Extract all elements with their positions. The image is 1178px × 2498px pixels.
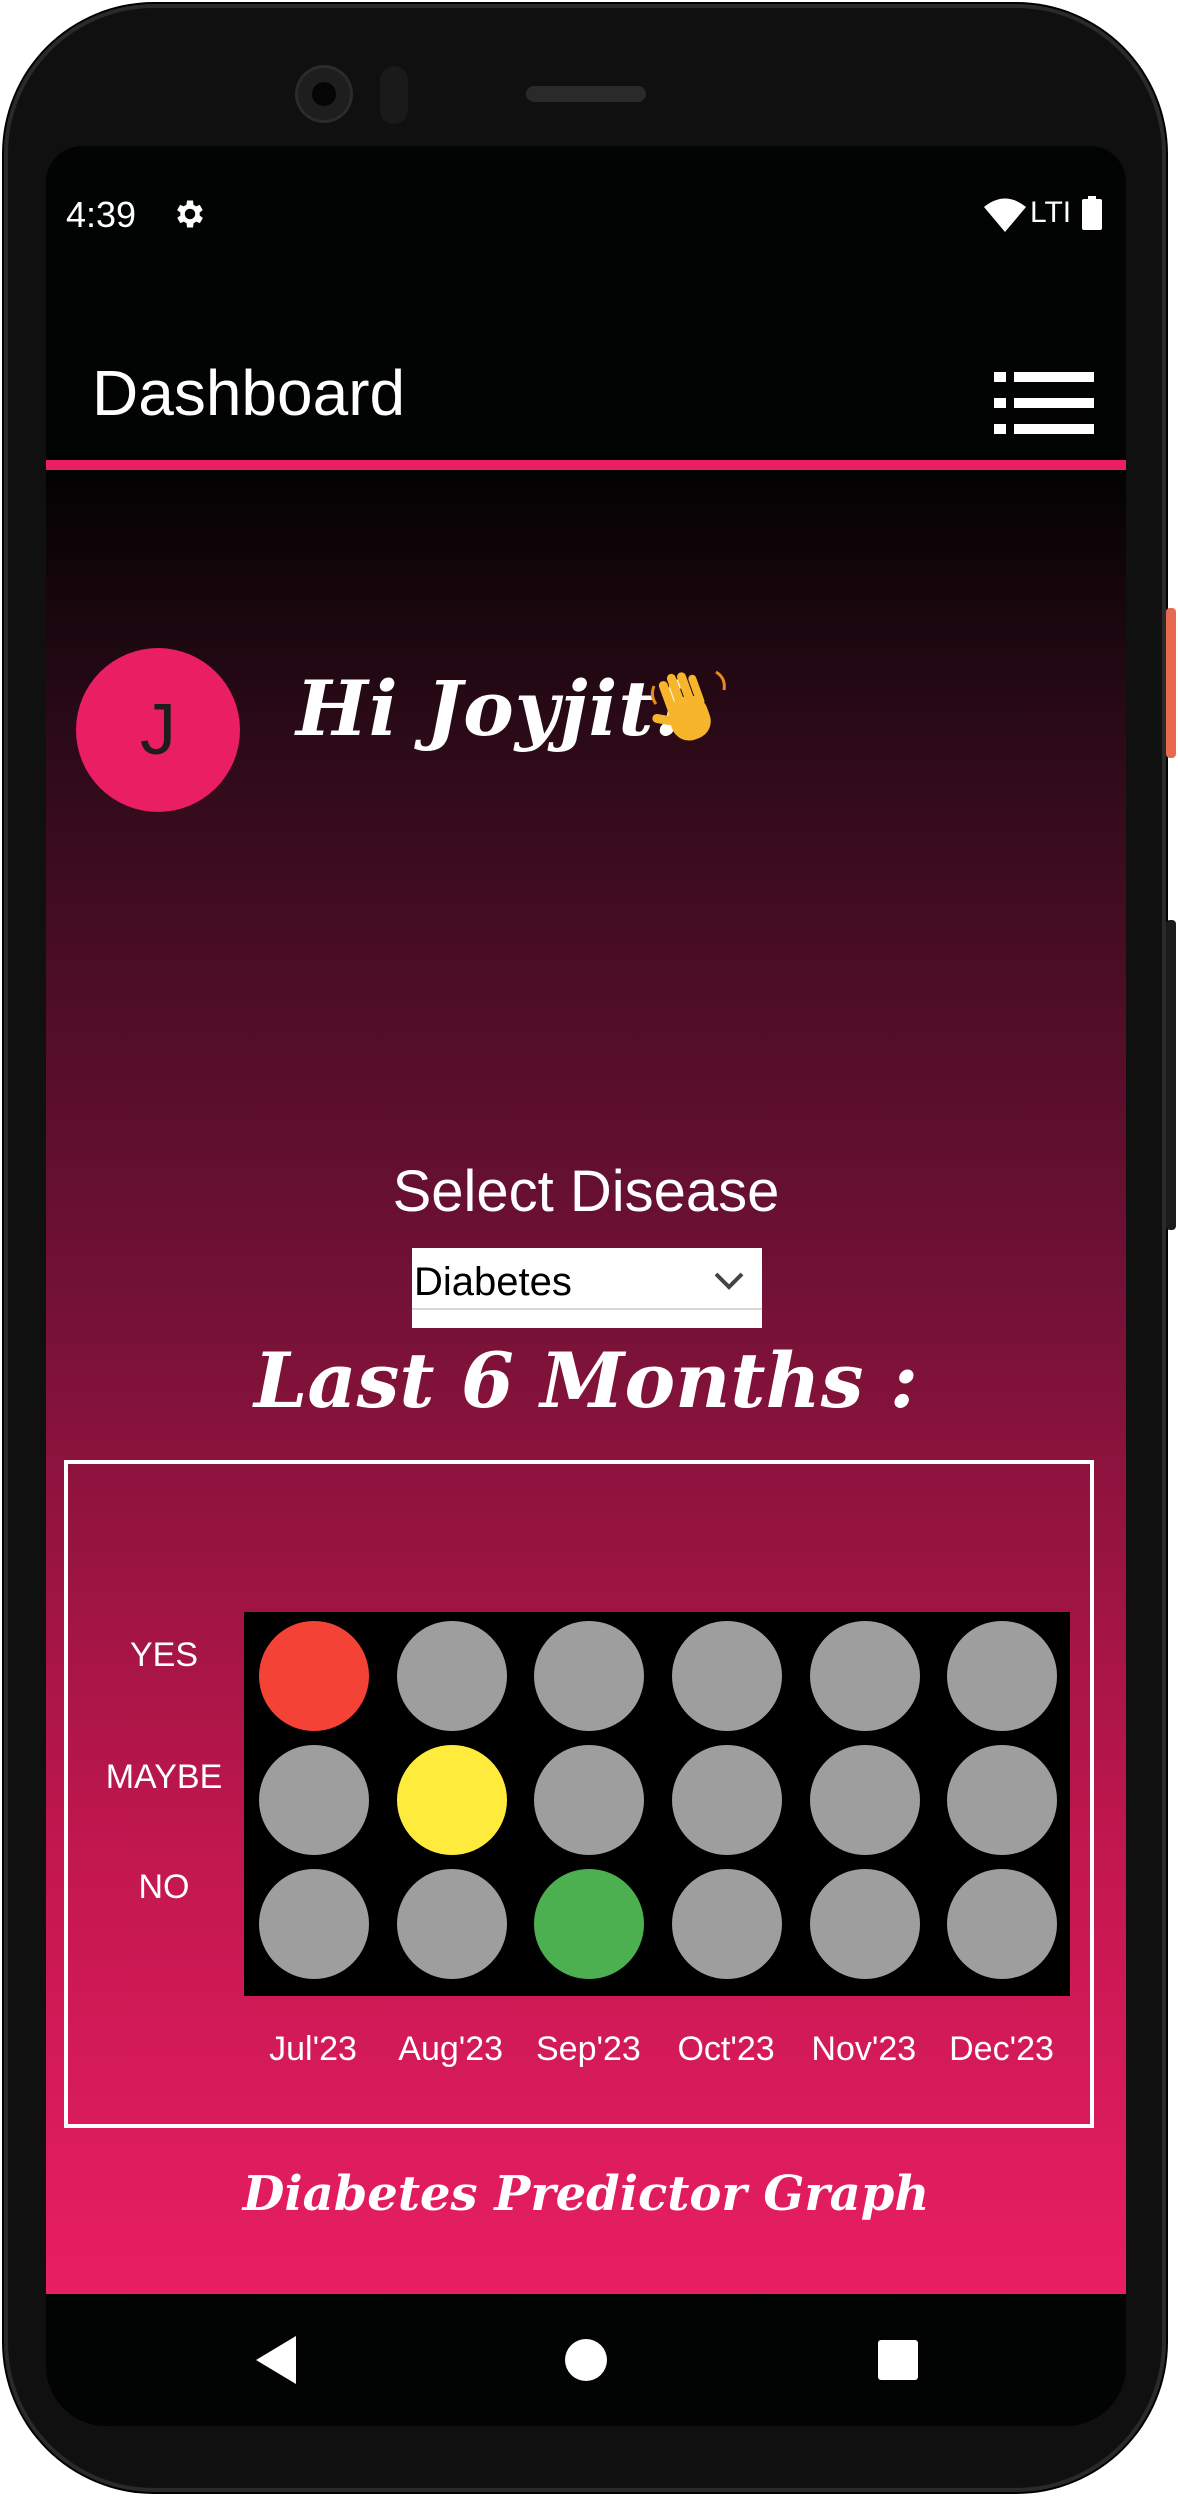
- list-menu-icon[interactable]: [994, 372, 1094, 434]
- gear-icon: [177, 200, 203, 228]
- main-content: J Hi Joyjit! Select Disease Diabetes Las…: [46, 470, 1126, 2294]
- select-underline: [412, 1308, 762, 1310]
- earpiece-speaker: [526, 86, 646, 102]
- prediction-dot: [258, 1869, 369, 1979]
- prediction-dot: [809, 1869, 920, 1979]
- month-label: Oct'23: [677, 2030, 775, 2068]
- row-label-yes: YES: [129, 1636, 199, 1674]
- prediction-dot: [947, 1869, 1058, 1979]
- prediction-dot: [671, 1869, 782, 1979]
- chevron-down-icon: [714, 1272, 744, 1290]
- prediction-dot: [809, 1745, 920, 1855]
- front-camera: [298, 68, 350, 120]
- month-label: Jul'23: [269, 2030, 357, 2068]
- month-label: Aug'23: [398, 2030, 504, 2068]
- prediction-dot: [671, 1621, 782, 1731]
- prediction-dot: [809, 1621, 920, 1731]
- prediction-dot: [396, 1745, 507, 1855]
- prediction-dot: [534, 1621, 645, 1731]
- wifi-icon: [984, 198, 1026, 232]
- graph-caption: Diabetes Predictor Graph: [242, 2166, 930, 2222]
- volume-button: [1166, 920, 1176, 1230]
- disease-select-value: Diabetes: [414, 1260, 572, 1304]
- app-bar-accent-line: [46, 460, 1126, 470]
- month-label: Nov'23: [811, 2030, 917, 2068]
- chart-section-title: Last 6 Months :: [253, 1336, 919, 1425]
- prediction-dot: [534, 1869, 645, 1979]
- row-label-maybe: MAYBE: [105, 1758, 223, 1796]
- prediction-dot: [671, 1745, 782, 1855]
- greeting-text: Hi Joyjit!: [296, 664, 689, 753]
- prediction-dot: [258, 1745, 369, 1855]
- waving-hand-icon: [650, 670, 726, 741]
- page-title: Dashboard: [92, 357, 406, 429]
- disease-select[interactable]: Diabetes: [412, 1248, 762, 1328]
- network-type: LTI: [1030, 196, 1072, 229]
- home-icon[interactable]: [562, 2336, 610, 2384]
- prediction-dot: [396, 1621, 507, 1731]
- system-nav-bar: [46, 2294, 1126, 2426]
- avatar[interactable]: J: [76, 648, 240, 812]
- battery-icon: [1082, 196, 1102, 230]
- prediction-dot: [258, 1621, 369, 1731]
- status-time: 4:39: [66, 194, 137, 235]
- select-disease-label: Select Disease: [392, 1159, 780, 1224]
- power-button: [1166, 608, 1176, 758]
- back-icon[interactable]: [252, 2334, 300, 2386]
- proximity-sensor: [380, 66, 408, 124]
- screen: 4:39 LTI Dashboard J Hi Joyjit! Select D…: [46, 146, 1126, 2426]
- prediction-dot: [534, 1745, 645, 1855]
- month-label: Dec'23: [949, 2030, 1054, 2068]
- month-label: Sep'23: [535, 2030, 641, 2068]
- prediction-dot: [947, 1621, 1058, 1731]
- prediction-dot: [947, 1745, 1058, 1855]
- prediction-grid: [244, 1612, 1070, 1996]
- prediction-dot: [396, 1869, 507, 1979]
- status-bar: 4:39 LTI: [46, 146, 1126, 276]
- row-label-no: NO: [138, 1868, 190, 1906]
- recents-icon[interactable]: [876, 2338, 920, 2382]
